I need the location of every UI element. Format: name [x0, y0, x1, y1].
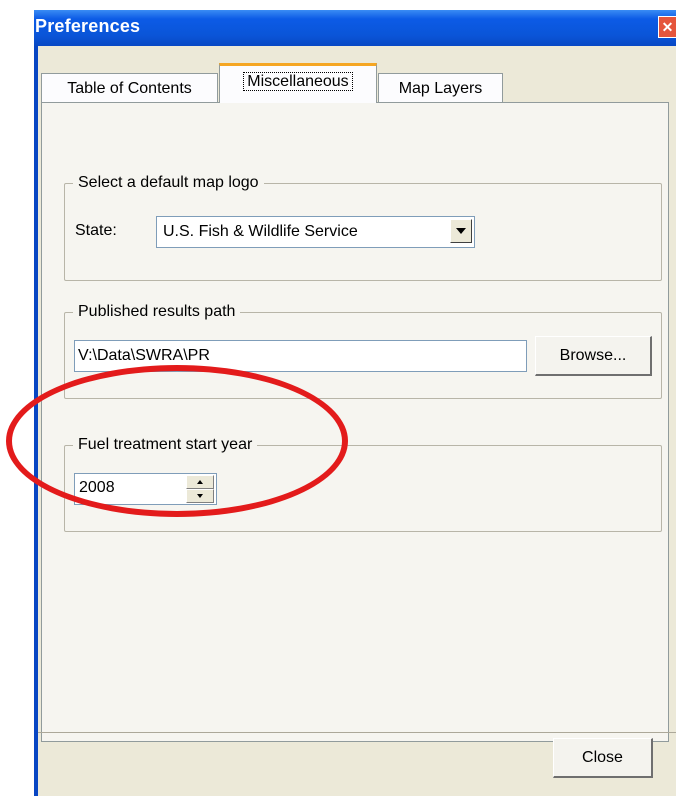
published-path-input[interactable]: V:\Data\SWRA\PR — [74, 340, 527, 372]
close-button[interactable]: Close — [553, 738, 653, 778]
preferences-dialog: Table of Contents Miscellaneous Map Laye… — [34, 46, 676, 796]
tab-table-of-contents[interactable]: Table of Contents — [41, 73, 218, 103]
tab-miscellaneous[interactable]: Miscellaneous — [219, 63, 377, 103]
map-logo-selected-value: U.S. Fish & Wildlife Service — [163, 223, 358, 240]
window-left-border — [34, 46, 38, 796]
arrow-up-icon[interactable] — [186, 475, 214, 489]
browse-button[interactable]: Browse... — [535, 336, 652, 376]
chevron-down-icon[interactable] — [450, 219, 472, 243]
published-path-group: Published results path V:\Data\SWRA\PR B… — [64, 302, 662, 399]
tab-map-layers[interactable]: Map Layers — [378, 73, 503, 103]
tab-label: Table of Contents — [67, 80, 192, 97]
footer-divider — [34, 732, 676, 733]
tab-panel-miscellaneous: Select a default map logo State: U.S. Fi… — [41, 102, 669, 742]
window-title: Preferences — [35, 16, 141, 36]
map-logo-select[interactable]: U.S. Fish & Wildlife Service — [156, 216, 475, 248]
start-year-spinner[interactable]: 2008 — [74, 473, 217, 505]
start-year-value: 2008 — [79, 479, 115, 496]
fuel-treatment-group: Fuel treatment start year 2008 — [64, 435, 662, 532]
group-title: Select a default map logo — [73, 173, 264, 193]
map-logo-group: Select a default map logo State: U.S. Fi… — [64, 173, 662, 281]
group-title: Fuel treatment start year — [73, 435, 258, 455]
tab-label: Miscellaneous — [243, 72, 353, 91]
group-title: Published results path — [73, 302, 241, 322]
state-label: State: — [75, 222, 117, 239]
title-bar[interactable]: Preferences ✕ — [34, 10, 676, 46]
close-icon[interactable]: ✕ — [658, 16, 676, 38]
tab-label: Map Layers — [398, 80, 483, 97]
arrow-down-icon[interactable] — [186, 489, 214, 503]
